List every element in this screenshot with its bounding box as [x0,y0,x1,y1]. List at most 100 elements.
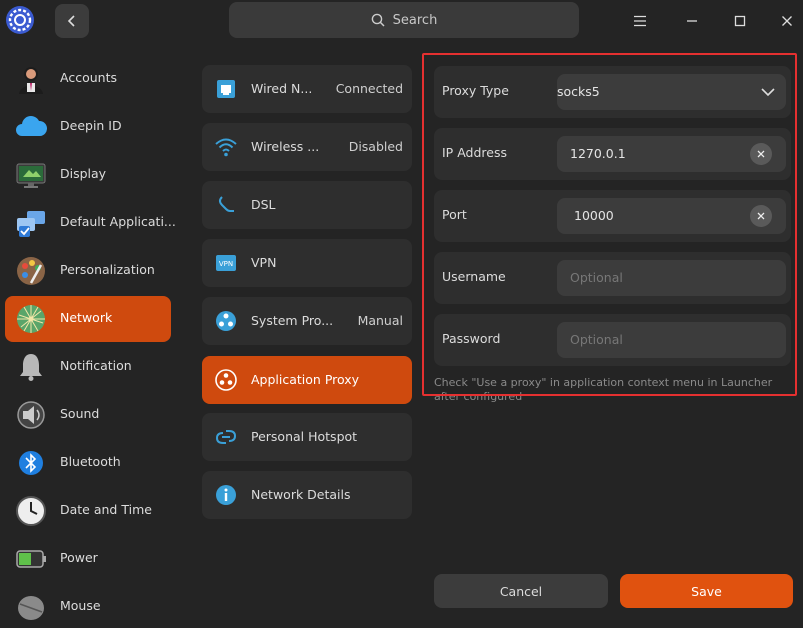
network-item-status: Connected [335,81,403,96]
sidebar-item-label: Default Applicati... [60,214,176,229]
sidebar-item-bluetooth[interactable]: Bluetooth [5,440,171,486]
port-label: Port [442,207,467,222]
clear-port-button[interactable] [750,205,772,227]
sidebar-item-mouse[interactable]: Mouse [5,584,171,628]
network-item-label: VPN [251,255,277,270]
network-item-label: Wired N... [251,81,313,96]
network-item-network-details[interactable]: Network Details [202,471,412,519]
password-input[interactable]: Optional [557,322,786,358]
bluetooth-icon [19,451,43,475]
menu-button[interactable] [628,9,652,33]
back-button[interactable] [55,4,89,38]
maximize-button[interactable] [728,9,752,33]
port-input[interactable]: 10000 [557,198,786,234]
hotspot-icon [215,430,237,444]
sidebar-item-accounts[interactable]: Accounts [5,56,171,102]
network-item-wired[interactable]: Wired N... Connected [202,65,412,113]
sidebar-item-label: Network [60,310,113,325]
network-item-wireless[interactable]: Wireless ... Disabled [202,123,412,171]
network-item-label: Application Proxy [251,372,360,387]
clear-icon [757,150,765,158]
proxy-type-label: Proxy Type [442,83,509,98]
wifi-icon [215,138,237,157]
speaker-icon [17,401,45,429]
save-button[interactable]: Save [620,574,793,608]
proxy-type-select[interactable]: socks5 [557,74,786,110]
ip-address-input[interactable]: 1270.0.1 [557,136,786,172]
minimize-button[interactable] [680,9,704,33]
ip-address-label: IP Address [442,145,507,160]
sidebar-item-label: Date and Time [60,502,152,517]
display-icon [16,163,46,188]
info-icon [216,485,236,505]
network-item-status: Manual [357,313,403,328]
proxy-type-row: Proxy Type socks5 [434,66,791,118]
search-box[interactable]: Search [229,2,579,38]
chevron-left-icon [67,15,75,27]
sidebar-item-date-and-time[interactable]: Date and Time [5,488,171,534]
sidebar-item-display[interactable]: Display [5,152,171,198]
title-bar: Search [0,0,803,42]
network-item-label: Personal Hotspot [251,429,358,444]
chevron-down-icon [761,88,775,97]
port-value: 10000 [574,208,614,223]
network-icon [17,305,45,333]
default-apps-icon [17,211,45,237]
accounts-icon [19,67,43,94]
sidebar-item-personalization[interactable]: Personalization [5,248,171,294]
vpn-icon: VPN [216,255,236,271]
network-item-dsl[interactable]: DSL [202,181,412,229]
sidebar-item-label: Display [60,166,107,181]
hamburger-icon [634,15,646,27]
clear-ip-button[interactable] [750,143,772,165]
sidebar-item-power[interactable]: Power [5,536,171,582]
network-item-status: Disabled [348,139,403,154]
network-item-application-proxy[interactable]: Application Proxy [202,356,412,404]
close-button[interactable] [775,9,799,33]
sidebar-item-network[interactable]: Network [5,296,171,342]
sidebar-item-label: Accounts [60,70,117,85]
sidebar-item-label: Bluetooth [60,454,121,469]
sidebar-item-deepin-id[interactable]: Deepin ID [5,104,171,150]
proxy-hint-text: Check "Use a proxy" in application conte… [434,376,773,403]
ethernet-icon [217,80,235,98]
sidebar-item-label: Notification [60,358,132,373]
proxy-icon [216,311,236,331]
sidebar-item-label: Sound [60,406,100,421]
mouse-icon [18,596,44,620]
network-item-system-proxy[interactable]: System Pro... Manual [202,297,412,345]
vpn-icon-text: VPN [219,260,233,268]
cancel-button[interactable]: Cancel [434,574,608,608]
clock-icon [16,496,46,526]
ip-address-row: IP Address 1270.0.1 [434,128,791,180]
sidebar-item-sound[interactable]: Sound [5,392,171,438]
control-center-logo-icon [5,5,35,35]
palette-icon [17,257,45,285]
network-item-vpn[interactable]: VPN VPN [202,239,412,287]
search-label: Search [392,12,438,28]
username-input[interactable]: Optional [557,260,786,296]
battery-icon [16,550,46,568]
username-placeholder: Optional [570,270,623,285]
username-row: Username Optional [434,252,791,304]
network-item-label: Wireless ... [251,139,320,154]
network-item-personal-hotspot[interactable]: Personal Hotspot [202,413,412,461]
password-placeholder: Optional [570,332,623,347]
network-item-label: System Pro... [251,313,334,328]
network-item-label: DSL [251,197,276,212]
maximize-icon [734,15,746,27]
sidebar-item-default-applications[interactable]: Default Applicati... [5,200,176,246]
bell-icon [20,354,42,381]
cloud-icon [16,116,47,136]
proxy-type-value: socks5 [557,84,600,99]
sidebar-item-notification[interactable]: Notification [5,344,171,390]
port-row: Port 10000 [434,190,791,242]
ip-address-value: 1270.0.1 [570,146,626,161]
clear-icon [757,212,765,220]
sidebar-item-label: Personalization [60,262,155,277]
sidebar-item-label: Mouse [60,598,101,613]
username-label: Username [442,269,506,284]
password-label: Password [442,331,501,346]
network-item-label: Network Details [251,487,351,502]
sidebar-item-label: Power [60,550,98,565]
